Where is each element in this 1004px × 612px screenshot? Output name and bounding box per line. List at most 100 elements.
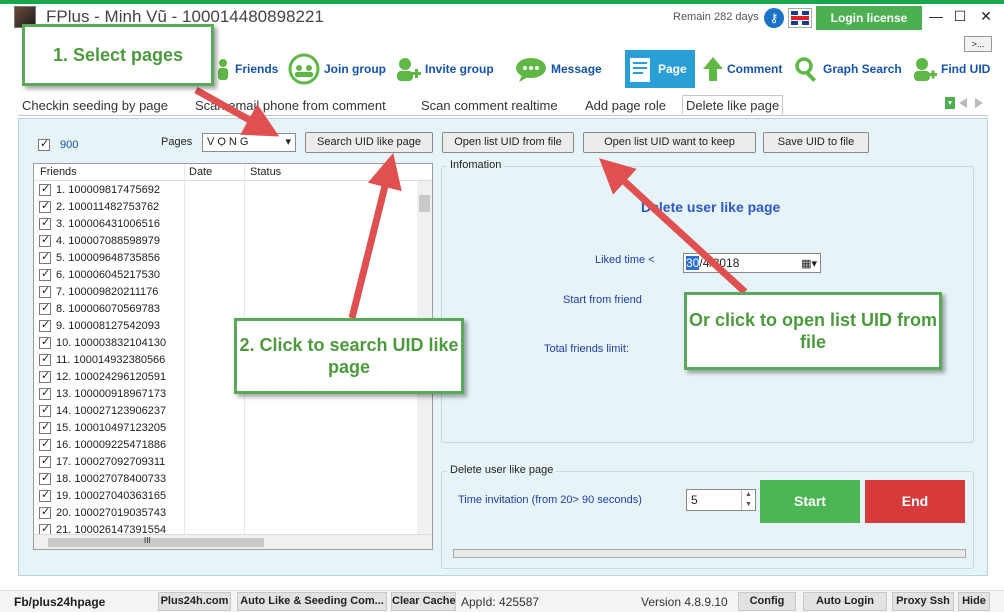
auto-login-button[interactable]: Auto Login (803, 592, 887, 611)
friend-uid: 16. 100009225471886 (56, 439, 167, 451)
subtab-add-page-role[interactable]: Add page role (585, 98, 666, 113)
list-item[interactable]: 7. 100009820211176 (34, 283, 418, 300)
friend-uid: 13. 100000918967173 (56, 388, 167, 400)
subtab-checkin-seeding[interactable]: Checkin seeding by page (22, 98, 168, 113)
spin-buttons[interactable]: ▲ ▼ (741, 490, 755, 510)
proxy-ssh-button[interactable]: Proxy Ssh (892, 592, 954, 611)
toolbar-comment[interactable]: Comment (702, 50, 782, 88)
friends-icon (218, 59, 228, 80)
row-checkbox[interactable] (39, 284, 51, 298)
minimize-icon[interactable]: — (924, 6, 948, 26)
subtab-scroll-arrows[interactable] (945, 96, 991, 110)
list-item[interactable]: 19. 100027040363165 (34, 487, 418, 504)
list-item[interactable]: 3. 100006431006516 (34, 215, 418, 232)
list-item[interactable]: 6. 100006045217530 (34, 266, 418, 283)
join-group-icon (288, 53, 320, 85)
start-from-friend-label: Start from friend (563, 294, 642, 306)
row-checkbox[interactable] (39, 216, 51, 230)
search-uid-like-page-button[interactable]: Search UID like page (305, 132, 433, 153)
auto-like-seeding-link[interactable]: Auto Like & Seeding Com... (237, 592, 387, 611)
pages-select[interactable]: VỌNG (202, 133, 296, 152)
list-item[interactable]: 2. 100011482753762 (34, 198, 418, 215)
list-item[interactable]: 4. 100007088598979 (34, 232, 418, 249)
clear-cache-button[interactable]: Clear Cache (391, 592, 456, 611)
subtab-scan-comment-realtime[interactable]: Scan comment realtime (421, 98, 558, 113)
information-group-label: Infomation (447, 159, 505, 171)
row-checkbox[interactable] (39, 505, 51, 519)
uk-flag-icon[interactable] (788, 8, 812, 28)
list-item[interactable]: 14. 100027123906237 (34, 402, 418, 419)
toolbar-invite-group[interactable]: Invite group (394, 50, 494, 88)
fb-page-link[interactable]: Fb/plus24hpage (14, 595, 105, 609)
row-checkbox[interactable] (39, 335, 51, 349)
toolbar-find-uid[interactable]: Find UID (912, 50, 990, 88)
row-checkbox[interactable] (39, 386, 51, 400)
col-date[interactable]: Date (189, 166, 212, 178)
list-item[interactable]: 1. 100009817475692 (34, 181, 418, 198)
row-checkbox[interactable] (39, 267, 51, 281)
toolbar-join-group[interactable]: Join group (287, 50, 386, 88)
row-checkbox[interactable] (39, 318, 51, 332)
status-bar: Fb/plus24hpage Plus24h.com Auto Like & S… (0, 590, 1004, 612)
callout-open-list: Or click to open list UID from file (684, 292, 942, 370)
maximize-icon[interactable]: ☐ (948, 6, 972, 26)
save-uid-button[interactable]: Save UID to file (763, 132, 869, 153)
start-button[interactable]: Start (760, 480, 860, 523)
toolbar-find-uid-label: Find UID (941, 62, 991, 76)
list-item[interactable]: 20. 100027019035743 (34, 504, 418, 521)
friend-uid: 9. 100008127542093 (56, 320, 160, 332)
list-item[interactable]: 16. 100009225471886 (34, 436, 418, 453)
list-item[interactable]: 17. 100027092709311 (34, 453, 418, 470)
row-checkbox[interactable] (39, 488, 51, 502)
toolbar-page-label: Page (658, 62, 687, 76)
hide-button[interactable]: Hide (958, 592, 990, 611)
list-item[interactable]: 18. 100027078400733 (34, 470, 418, 487)
list-item[interactable]: 15. 100010497123205 (34, 419, 418, 436)
config-button[interactable]: Config (738, 592, 796, 611)
row-checkbox[interactable] (39, 250, 51, 264)
row-checkbox[interactable] (39, 199, 51, 213)
end-button[interactable]: End (865, 480, 965, 523)
toolbar-message-label: Message (551, 62, 602, 76)
open-keep-uid-button[interactable]: Open list UID want to keep (583, 132, 756, 153)
toolbar-message[interactable]: Message (514, 50, 602, 88)
col-status[interactable]: Status (250, 166, 281, 178)
key-icon[interactable]: ⚷ (764, 8, 784, 28)
row-checkbox[interactable] (39, 233, 51, 247)
row-checkbox[interactable] (39, 301, 51, 315)
close-icon[interactable]: ✕ (974, 6, 998, 26)
search-icon (795, 57, 817, 82)
row-checkbox[interactable] (39, 454, 51, 468)
calendar-icon[interactable]: ▦▾ (801, 255, 817, 273)
list-item[interactable]: 5. 100009648735856 (34, 249, 418, 266)
toolbar-graph-search[interactable]: Graph Search (794, 50, 902, 88)
row-checkbox[interactable] (39, 471, 51, 485)
row-checkbox[interactable] (39, 182, 51, 196)
select-all-checkbox[interactable] (38, 137, 50, 151)
callout-search-uid: 2. Click to search UID like page (234, 318, 464, 394)
liked-time-date-picker[interactable]: 30/4/2018 ▦▾ (683, 253, 821, 273)
row-checkbox[interactable] (39, 352, 51, 366)
row-checkbox[interactable] (39, 403, 51, 417)
col-friends[interactable]: Friends (40, 166, 77, 178)
row-checkbox[interactable] (39, 420, 51, 434)
version-text: Version 4.8.9.10 (641, 595, 728, 609)
time-invitation-input[interactable]: 5 ▲ ▼ (686, 489, 756, 511)
open-list-uid-button[interactable]: Open list UID from file (442, 132, 574, 153)
list-item[interactable]: 8. 100006070569783 (34, 300, 418, 317)
app-id: AppId: 425587 (461, 595, 540, 609)
row-checkbox[interactable] (39, 437, 51, 451)
row-checkbox[interactable] (39, 369, 51, 383)
friend-uid: 8. 100006070569783 (56, 303, 160, 315)
subtab-delete-like-page[interactable]: Delete like page (682, 95, 784, 115)
toolbar-graph-search-label: Graph Search (823, 62, 902, 76)
toolbar-friends[interactable]: Friends (214, 50, 278, 88)
plus24h-link[interactable]: Plus24h.com (158, 592, 231, 611)
toolbar-page[interactable]: Page (625, 50, 695, 88)
pages-label: Pages (161, 136, 193, 148)
subtab-scan-email-phone[interactable]: Scan email phone from comment (195, 98, 386, 113)
find-uid-icon (914, 58, 937, 81)
callout-select-pages: 1. Select pages (22, 24, 214, 86)
login-license-button[interactable]: Login license (816, 6, 922, 30)
list-horizontal-scrollbar[interactable]: III (34, 534, 432, 549)
